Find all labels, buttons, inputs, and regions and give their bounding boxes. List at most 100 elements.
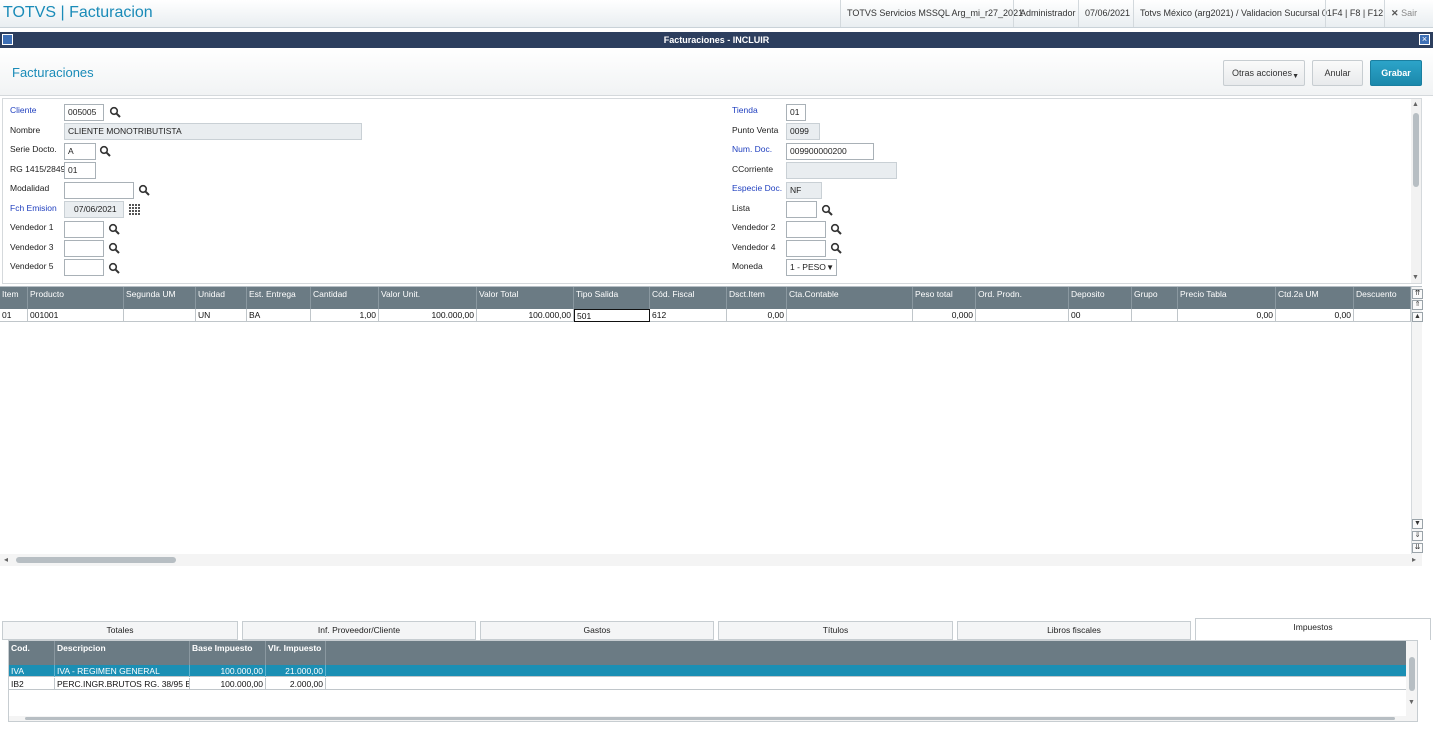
grid-cell[interactable]: 001001 xyxy=(28,309,124,322)
grid-cell[interactable] xyxy=(124,309,196,322)
grid-cell[interactable]: UN xyxy=(196,309,247,322)
grid-cell[interactable]: 1,00 xyxy=(311,309,379,322)
form-scrollbar[interactable]: ▲ ▼ xyxy=(1411,99,1421,283)
search-icon[interactable] xyxy=(830,242,842,254)
scroll-thumb[interactable] xyxy=(1413,113,1419,187)
tab-impuestos[interactable]: Impuestos xyxy=(1195,618,1431,640)
taxes-cell[interactable]: 21.000,00 xyxy=(266,665,326,677)
moneda-select[interactable]: 1 - PESO ▼ xyxy=(786,259,837,276)
scroll-up-icon[interactable]: ▲ xyxy=(1412,101,1419,108)
cliente-input[interactable]: 005005 xyxy=(64,104,104,121)
tab-totales[interactable]: Totales xyxy=(2,621,238,640)
taxes-cell[interactable]: IVA - REGIMEN GENERAL xyxy=(55,665,190,677)
search-icon[interactable] xyxy=(109,106,121,118)
scroll-page-down-icon[interactable]: ⇓ xyxy=(1412,531,1423,541)
vendedor3-input[interactable] xyxy=(64,240,104,257)
grid-header-cell[interactable]: Dsct.Item xyxy=(727,287,787,309)
grid-cell[interactable] xyxy=(1354,309,1411,322)
tab-gastos[interactable]: Gastos xyxy=(480,621,714,640)
grid-cell[interactable] xyxy=(976,309,1069,322)
taxes-header-cell[interactable]: Base Impuesto xyxy=(190,641,266,665)
tab-inf-proveedor-cliente[interactable]: Inf. Proveedor/Cliente xyxy=(242,621,476,640)
grid-cell[interactable]: 0,00 xyxy=(727,309,787,322)
grid-horizontal-scrollbar[interactable]: ◂ ▸ xyxy=(0,554,1422,566)
taxes-header-cell[interactable]: Descripcion xyxy=(55,641,190,665)
grid-header-cell[interactable]: Grupo xyxy=(1132,287,1178,309)
grid-header-cell[interactable]: Peso total xyxy=(913,287,976,309)
modalidad-input[interactable] xyxy=(64,182,134,199)
grid-header-cell[interactable]: Deposito xyxy=(1069,287,1132,309)
grid-cell[interactable]: 0,000 xyxy=(913,309,976,322)
cancel-button[interactable]: Anular xyxy=(1312,60,1363,86)
scroll-down-icon[interactable]: ▼ xyxy=(1412,519,1423,529)
calendar-icon[interactable] xyxy=(128,203,140,215)
scroll-thumb[interactable] xyxy=(16,557,176,563)
table-row[interactable]: 01 001001 UN BA 1,00 100.000,00 100.000,… xyxy=(0,309,1411,322)
table-row[interactable]: IB2 PERC.INGR.BRUTOS RG. 38/95 BA 100.00… xyxy=(9,678,1406,690)
tienda-input[interactable]: 01 xyxy=(786,104,806,121)
save-button[interactable]: Grabar xyxy=(1370,60,1422,86)
scroll-right-icon[interactable]: ▸ xyxy=(1412,555,1416,564)
taxes-cell[interactable]: 100.000,00 xyxy=(190,678,266,690)
grid-vertical-scrollbar[interactable]: ⇈ ⇑ ▲ ▼ ⇓ ⇊ xyxy=(1411,287,1423,555)
grid-header-cell[interactable]: Tipo Salida xyxy=(574,287,650,309)
grid-header-cell[interactable]: Item xyxy=(0,287,28,309)
taxes-cell[interactable]: PERC.INGR.BRUTOS RG. 38/95 BA xyxy=(55,678,190,690)
other-actions-button[interactable]: Otras acciones ▼ xyxy=(1223,60,1305,86)
scroll-thumb[interactable] xyxy=(1409,657,1415,691)
grid-header-cell[interactable]: Ord. Prodn. xyxy=(976,287,1069,309)
fch-emision-input[interactable]: 07/06/2021 xyxy=(64,201,124,218)
scroll-page-up-icon[interactable]: ⇑ xyxy=(1412,300,1423,310)
taxes-header-cell[interactable]: Vlr. Impuesto xyxy=(266,641,326,665)
grid-cell-selected[interactable]: 501 xyxy=(574,309,650,322)
vendedor5-input[interactable] xyxy=(64,259,104,276)
tab-libros-fiscales[interactable]: Libros fiscales xyxy=(957,621,1191,640)
grid-cell[interactable]: 612 xyxy=(650,309,727,322)
punto-venta-input[interactable]: 0099 xyxy=(786,123,820,140)
rg-input[interactable]: 01 xyxy=(64,162,96,179)
scroll-bottom-icon[interactable]: ⇊ xyxy=(1412,543,1423,553)
vendedor4-input[interactable] xyxy=(786,240,826,257)
company-info[interactable]: Totvs México (arg2021) / Validacion Sucu… xyxy=(1133,0,1338,27)
taxes-cell[interactable]: IB2 xyxy=(9,678,55,690)
taxes-cell[interactable]: IVA xyxy=(9,665,55,677)
grid-header-cell[interactable]: Descuento xyxy=(1354,287,1411,309)
num-doc-input[interactable]: 009900000200 xyxy=(786,143,874,160)
shortcuts-info[interactable]: F4 | F8 | F12 xyxy=(1325,0,1389,27)
grid-cell[interactable]: 01 xyxy=(0,309,28,322)
grid-header-cell[interactable]: Est. Entrega xyxy=(247,287,311,309)
search-icon[interactable] xyxy=(99,145,111,157)
table-row[interactable]: IVA IVA - REGIMEN GENERAL 100.000,00 21.… xyxy=(9,665,1406,677)
grid-cell[interactable] xyxy=(787,309,913,322)
grid-cell[interactable]: 0,00 xyxy=(1276,309,1354,322)
serie-input[interactable]: A xyxy=(64,143,96,160)
grid-cell[interactable]: 0,00 xyxy=(1178,309,1276,322)
search-icon[interactable] xyxy=(108,242,120,254)
scroll-left-icon[interactable]: ◂ xyxy=(4,555,8,564)
taxes-cell[interactable]: 100.000,00 xyxy=(190,665,266,677)
search-icon[interactable] xyxy=(821,204,833,216)
lista-input[interactable] xyxy=(786,201,817,218)
search-icon[interactable] xyxy=(830,223,842,235)
ccorriente-input[interactable] xyxy=(786,162,897,179)
especie-doc-input[interactable]: NF xyxy=(786,182,822,199)
taxes-cell[interactable]: 2.000,00 xyxy=(266,678,326,690)
grid-header-cell[interactable]: Segunda UM xyxy=(124,287,196,309)
exit-button[interactable]: ✕ Sair xyxy=(1384,0,1423,27)
scroll-down-icon[interactable]: ▼ xyxy=(1412,274,1419,281)
grid-cell[interactable]: 100.000,00 xyxy=(379,309,477,322)
taxes-header-cell[interactable]: Cod. xyxy=(9,641,55,665)
search-icon[interactable] xyxy=(108,262,120,274)
grid-cell[interactable] xyxy=(1132,309,1178,322)
grid-header-cell[interactable]: Ctd.2a UM xyxy=(1276,287,1354,309)
search-icon[interactable] xyxy=(138,184,150,196)
scroll-down-icon[interactable]: ▼ xyxy=(1408,699,1415,706)
tab-titulos[interactable]: Títulos xyxy=(718,621,953,640)
grid-cell[interactable]: 00 xyxy=(1069,309,1132,322)
date-info[interactable]: 07/06/2021 xyxy=(1078,0,1136,27)
search-icon[interactable] xyxy=(108,223,120,235)
grid-header-cell[interactable]: Producto xyxy=(28,287,124,309)
user-info[interactable]: Administrador xyxy=(1013,0,1082,27)
window-close-button[interactable]: × xyxy=(1419,34,1430,45)
grid-cell[interactable]: BA xyxy=(247,309,311,322)
